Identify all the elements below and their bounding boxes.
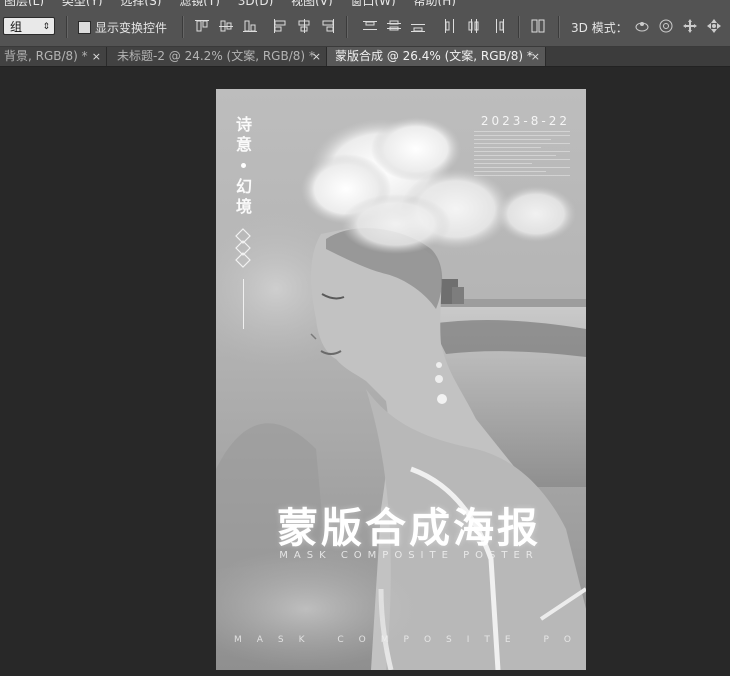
separator [66,16,67,38]
tab-label: 未标题-2 @ 24.2% (文案, RGB/8) * [117,49,315,63]
separator [346,16,347,38]
distribute-vcenter-icon[interactable] [386,18,402,34]
vertical-char: 意 [236,135,253,154]
distribute-bottom-icon[interactable] [410,18,426,34]
poster-subtitle: MASK COMPOSITE POSTER [279,550,539,561]
show-transform-checkbox[interactable] [78,21,91,34]
dot-ornament [241,163,246,168]
distribute-hcenter-icon[interactable] [466,18,482,34]
vertical-char: 诗 [236,115,253,134]
tab-background-doc[interactable]: 背景, RGB/8) * × [0,47,107,66]
show-transform-label[interactable]: 显示变换控件 [95,19,167,36]
align-bottom-icon[interactable] [242,18,258,34]
tab-label: 背景, RGB/8) * [4,49,88,63]
roll-3d-icon[interactable] [658,18,674,34]
vertical-line [243,279,244,329]
align-left-icon[interactable] [272,18,288,34]
distribute-top-icon[interactable] [362,18,378,34]
mode-3d-label: 3D 模式： [571,21,628,35]
slide-3d-icon[interactable] [706,18,722,34]
document-tabs: 背景, RGB/8) * × 未标题-2 @ 24.2% (文案, RGB/8)… [0,47,730,67]
separator [182,16,183,38]
auto-select-dropdown[interactable]: 组 ⇕ [3,17,55,35]
vertical-char: 境 [236,197,253,216]
close-icon[interactable]: × [312,47,321,66]
auto-select-value: 组 [10,20,23,34]
tab-mask-composite[interactable]: 蒙版合成 @ 26.4% (文案, RGB/8) * × [327,47,546,66]
align-top-icon[interactable] [194,18,210,34]
align-vcenter-icon[interactable] [218,18,234,34]
poster-date: 2023-8-22 [480,114,570,128]
poster-footer: MASK COMPOSITE POSTER [234,635,586,645]
options-bar: 组 ⇕ 显示变换控件 3D 模式： [0,6,730,47]
distribute-left-icon[interactable] [442,18,458,34]
close-icon[interactable]: × [92,47,101,66]
cloud-shape [496,186,576,242]
tiny-paragraph [474,131,570,179]
align-hcenter-icon[interactable] [296,18,312,34]
dropdown-arrows-icon: ⇕ [42,22,50,32]
separator [518,16,519,38]
separator [558,16,559,38]
align-right-icon[interactable] [320,18,336,34]
canvas-poster[interactable]: 诗 意 幻 境 2023-8-22 蒙版合成海报 MASK COMPOSITE … [216,89,586,670]
tab-label: 蒙版合成 @ 26.4% (文案, RGB/8) * [335,49,533,63]
auto-align-icon[interactable] [530,18,546,34]
drag-3d-icon[interactable] [682,18,698,34]
poster-title: 蒙版合成海报 [277,504,541,552]
cloud-shape [341,194,451,254]
rotate-3d-icon[interactable] [634,18,650,34]
vertical-char: 幻 [236,177,253,196]
tab-untitled-2[interactable]: 未标题-2 @ 24.2% (文案, RGB/8) * × [107,47,327,66]
distribute-right-icon[interactable] [490,18,506,34]
close-icon[interactable]: × [531,47,540,66]
